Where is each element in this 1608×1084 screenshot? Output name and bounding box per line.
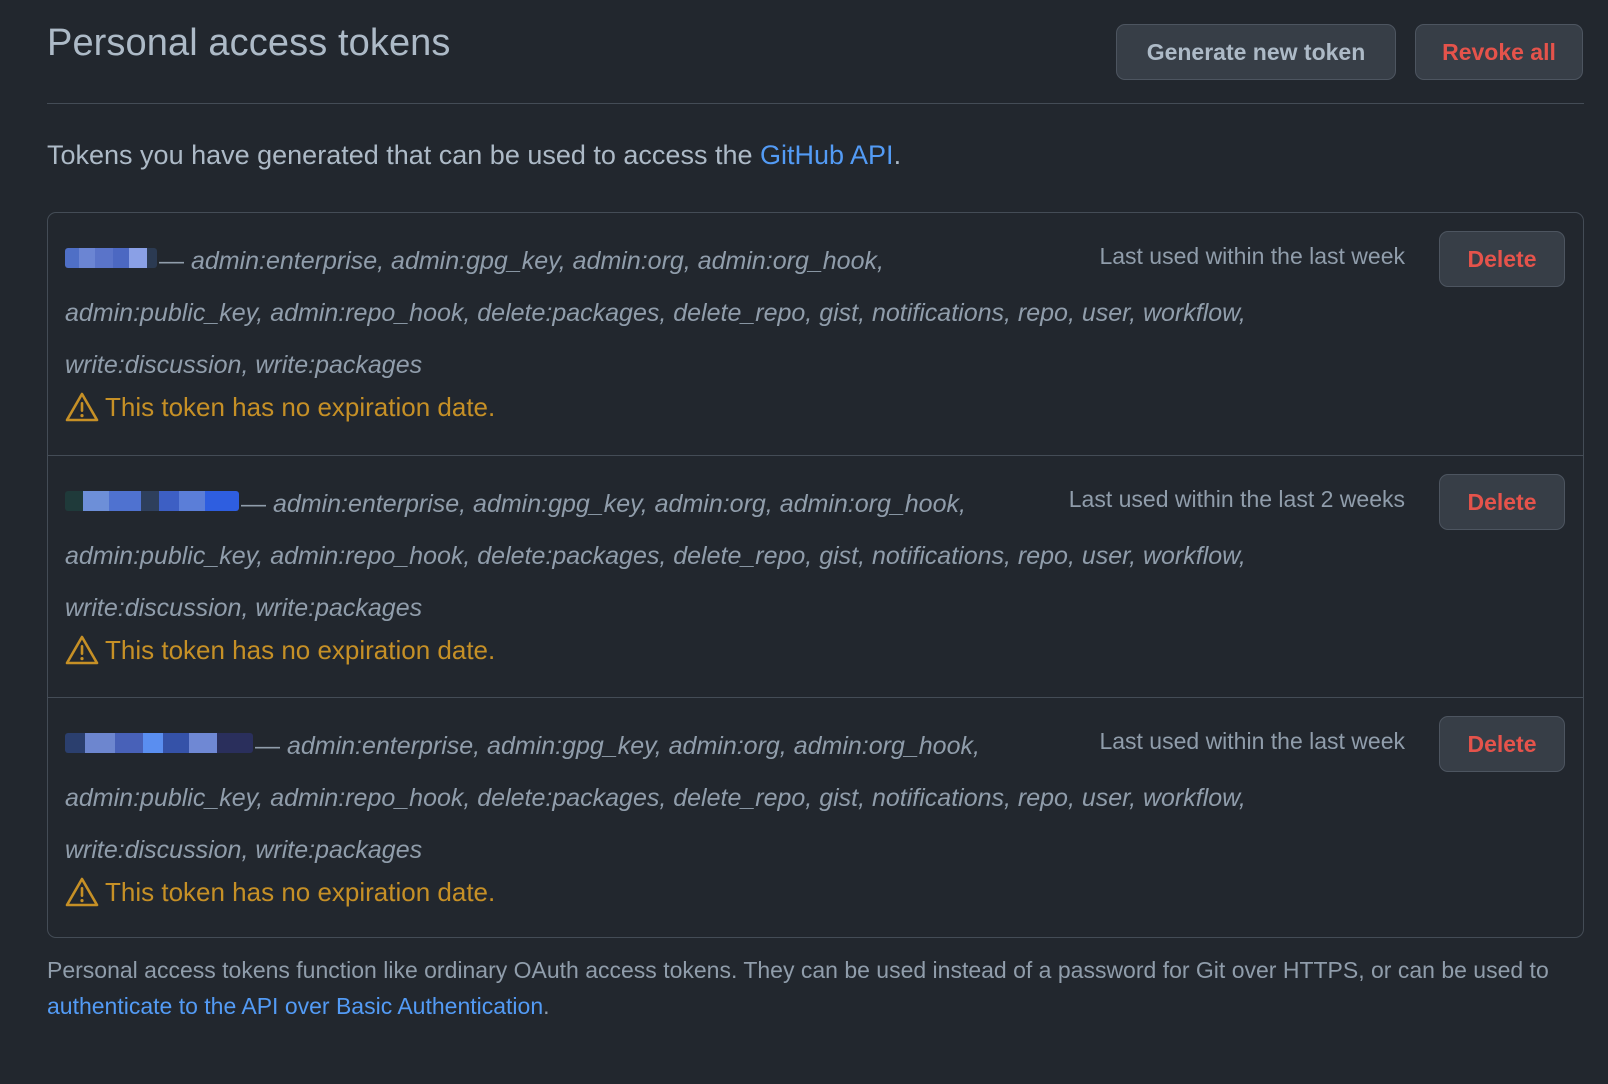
token-row: — admin:enterprise, admin:gpg_key, admin… (48, 455, 1583, 697)
page-title: Personal access tokens (47, 22, 451, 64)
token-row: — admin:enterprise, admin:gpg_key, admin… (48, 213, 1583, 455)
scopes-line: admin:public_key, admin:repo_hook, delet… (65, 299, 1246, 327)
expiration-warning: This token has no expiration date. (65, 875, 495, 909)
token-name-redacted[interactable] (65, 491, 239, 511)
intro-text: Tokens you have generated that can be us… (47, 140, 901, 171)
scopes-text: admin:enterprise, admin:gpg_key, admin:o… (190, 247, 884, 275)
redaction-block (159, 491, 179, 511)
redaction-block (115, 733, 143, 753)
delete-token-button[interactable]: Delete (1439, 474, 1565, 530)
settings-page: Personal access tokens Generate new toke… (0, 0, 1608, 1084)
redaction-block (205, 491, 239, 511)
token-name-redacted[interactable] (65, 733, 253, 753)
revoke-all-button[interactable]: Revoke all (1415, 24, 1583, 80)
page-header: Personal access tokens Generate new toke… (47, 0, 1584, 104)
alert-triangle-icon (65, 392, 99, 422)
redaction-block (83, 491, 109, 511)
scopes-line: write:discussion, write:packages (65, 351, 423, 379)
redaction-block (79, 248, 95, 268)
redaction-block (147, 248, 157, 268)
redaction-block (109, 491, 141, 511)
redaction-block (217, 733, 253, 753)
token-list: — admin:enterprise, admin:gpg_key, admin… (47, 212, 1584, 938)
redaction-block (141, 491, 159, 511)
generate-new-token-button[interactable]: Generate new token (1116, 24, 1396, 80)
footer-suffix: . (543, 993, 550, 1019)
delete-token-button[interactable]: Delete (1439, 231, 1565, 287)
intro-suffix: . (893, 140, 902, 170)
github-api-link[interactable]: GitHub API (760, 140, 894, 170)
footer-text: Personal access tokens function like ord… (47, 957, 1549, 983)
warning-text: This token has no expiration date. (105, 634, 496, 665)
scopes-line: admin:public_key, admin:repo_hook, delet… (65, 542, 1246, 570)
scopes-line: write:discussion, write:packages (65, 836, 423, 864)
scopes-line: admin:public_key, admin:repo_hook, delet… (65, 784, 1246, 812)
redaction-block (179, 491, 205, 511)
warning-text: This token has no expiration date. (105, 876, 496, 907)
scopes-text: admin:enterprise, admin:gpg_key, admin:o… (272, 490, 966, 518)
redaction-block (85, 733, 115, 753)
footer-note: Personal access tokens function like ord… (47, 952, 1587, 1024)
last-used-text: Last used within the last week (1099, 728, 1405, 754)
redaction-block (65, 248, 79, 268)
token-dash: — (159, 247, 191, 275)
redaction-block (113, 248, 129, 268)
token-dash: — (255, 732, 287, 760)
expiration-warning: This token has no expiration date. (65, 390, 495, 424)
redaction-block (65, 491, 83, 511)
basic-auth-link[interactable]: authenticate to the API over Basic Authe… (47, 993, 543, 1019)
token-dash: — (241, 490, 273, 518)
delete-token-button[interactable]: Delete (1439, 716, 1565, 772)
alert-triangle-icon (65, 635, 99, 665)
redaction-block (189, 733, 217, 753)
expiration-warning: This token has no expiration date. (65, 633, 495, 667)
redaction-block (143, 733, 163, 753)
redaction-block (129, 248, 147, 268)
scopes-line: write:discussion, write:packages (65, 594, 423, 622)
token-row: — admin:enterprise, admin:gpg_key, admin… (48, 697, 1583, 937)
redaction-block (65, 733, 85, 753)
redaction-block (163, 733, 189, 753)
alert-triangle-icon (65, 877, 99, 907)
last-used-text: Last used within the last week (1099, 243, 1405, 269)
last-used-text: Last used within the last 2 weeks (1068, 486, 1405, 512)
intro-text-body: Tokens you have generated that can be us… (47, 140, 760, 170)
scopes-text: admin:enterprise, admin:gpg_key, admin:o… (286, 732, 980, 760)
redaction-block (95, 248, 113, 268)
token-name-redacted[interactable] (65, 248, 157, 268)
warning-text: This token has no expiration date. (105, 391, 496, 422)
